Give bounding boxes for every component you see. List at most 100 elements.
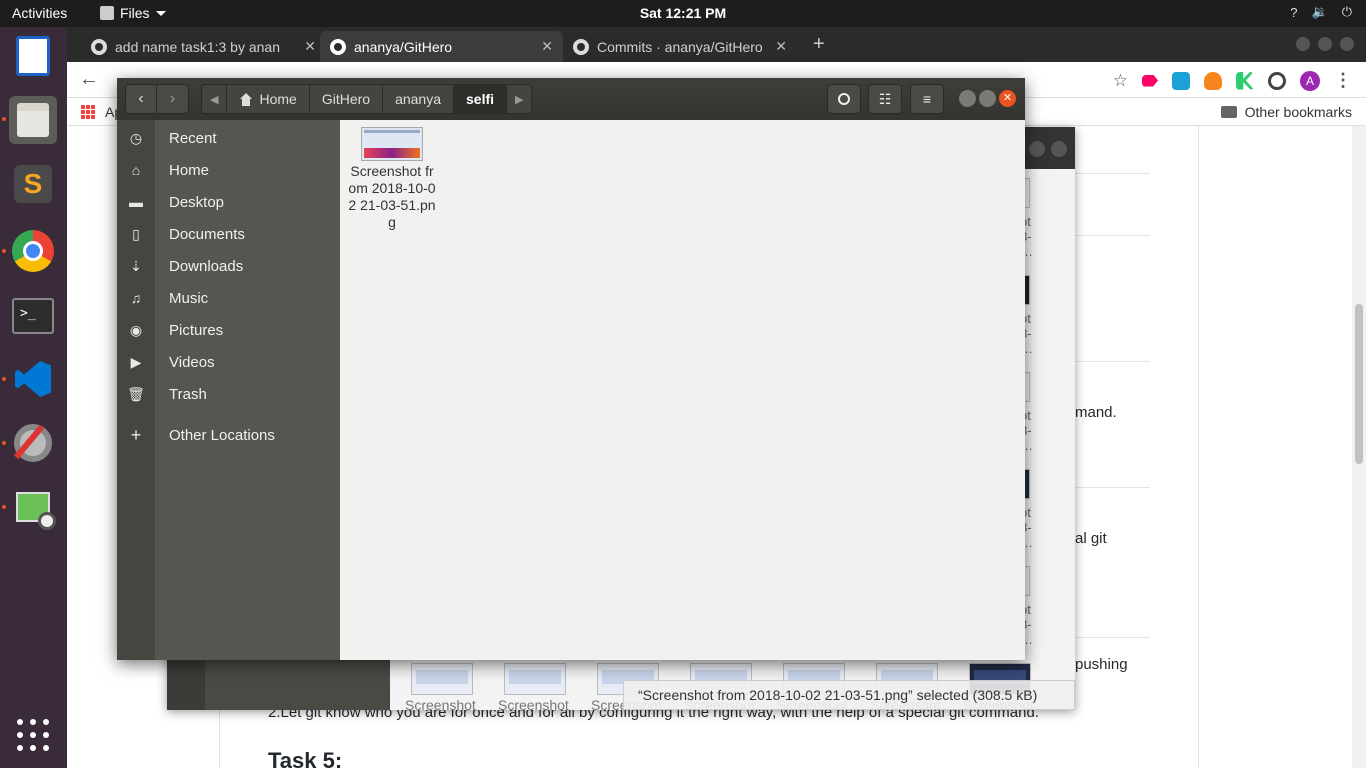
file-view[interactable]: Screenshot from 2018-10-02 21-03-51.png: [340, 120, 1025, 660]
close-icon[interactable]: [1340, 37, 1354, 51]
show-applications-icon[interactable]: [17, 719, 49, 751]
sync-icon[interactable]: [1268, 71, 1286, 90]
selection-status: “Screenshot from 2018-10-02 21-03-51.png…: [623, 680, 1075, 710]
extension-icon[interactable]: [1236, 71, 1254, 90]
sidebar-item-pictures[interactable]: ◉ Pictures: [117, 314, 340, 346]
image-viewer-icon[interactable]: [9, 483, 57, 531]
sidebar-item-desktop[interactable]: ▬ Desktop: [117, 186, 340, 218]
sidebar-item-downloads[interactable]: ⇣ Downloads: [117, 250, 340, 282]
divider: [1075, 173, 1150, 174]
files-icon[interactable]: [9, 96, 57, 144]
chrome-icon[interactable]: [9, 227, 57, 275]
settings-icon-shape: [13, 424, 52, 462]
help-icon[interactable]: ?: [1290, 5, 1297, 20]
sidebar-item-recent[interactable]: ◷ Recent: [117, 122, 340, 154]
back-button[interactable]: ‹: [125, 84, 157, 114]
maximize-icon[interactable]: [979, 90, 996, 107]
breadcrumb-ananya[interactable]: ananya: [383, 85, 454, 113]
vscode-icon[interactable]: [9, 355, 57, 403]
power-icon[interactable]: ⏻: [1342, 4, 1352, 20]
close-icon[interactable]: ✕: [775, 38, 787, 55]
extension-icon[interactable]: [1142, 74, 1158, 87]
page-scrollbar[interactable]: [1352, 126, 1366, 768]
grid-dot: [86, 105, 90, 109]
hamburger-icon: ≡: [922, 91, 932, 107]
file-thumbnail[interactable]: [504, 663, 566, 695]
maximize-icon[interactable]: [1029, 141, 1045, 157]
close-icon[interactable]: ✕: [999, 90, 1016, 107]
sidebar-item-label: Music: [169, 289, 209, 307]
volume-icon[interactable]: 🔉: [1312, 4, 1328, 20]
sidebar-item-label: Recent: [169, 129, 217, 147]
more-icon[interactable]: ⋮: [1334, 70, 1352, 91]
breadcrumb-githero[interactable]: GitHero: [309, 85, 384, 113]
minimize-icon[interactable]: [1296, 37, 1310, 51]
file-label[interactable]: Screenshot: [498, 697, 569, 713]
task-heading: Task 5:: [268, 748, 343, 768]
close-icon[interactable]: ✕: [304, 38, 316, 55]
metamask-icon[interactable]: [1204, 71, 1222, 90]
sidebar-item-videos[interactable]: ▶ Videos: [117, 346, 340, 378]
breadcrumb-label: selfi: [466, 91, 495, 107]
breadcrumb-label: GitHero: [321, 91, 371, 107]
sidebar-item-other-locations[interactable]: + Other Locations: [117, 419, 340, 451]
tab-commits[interactable]: Commits · ananya/GitHero ✕: [563, 31, 797, 62]
other-bookmarks[interactable]: Other bookmarks: [1220, 104, 1352, 120]
writer-icon[interactable]: [9, 32, 57, 80]
chevron-left-icon: ‹: [138, 90, 144, 107]
file-label[interactable]: Screenshot: [405, 697, 476, 713]
maximize-icon[interactable]: [1318, 37, 1332, 51]
breadcrumb-scroll-right[interactable]: ▶: [507, 85, 532, 113]
close-icon[interactable]: [1051, 141, 1067, 157]
grid-dot: [86, 115, 90, 119]
running-indicator: [2, 505, 6, 509]
grid-dot: [86, 110, 90, 114]
sublime-icon[interactable]: S: [9, 160, 57, 208]
sidebar-item-home[interactable]: ⌂ Home: [117, 154, 340, 186]
extension-icon[interactable]: [1172, 71, 1190, 90]
search-button[interactable]: [827, 84, 861, 114]
breadcrumb: ◀ Home GitHero ananya selfi ▶: [201, 84, 533, 114]
music-icon: ♫: [130, 290, 142, 306]
tab-githero[interactable]: ananya/GitHero ✕: [320, 31, 563, 62]
terminal-icon[interactable]: >_: [9, 292, 57, 340]
scrollbar-thumb[interactable]: [1355, 304, 1363, 464]
file-thumbnail[interactable]: [411, 663, 473, 695]
apps-grid-icon[interactable]: [81, 105, 95, 119]
sidebar-item-music[interactable]: ♫ Music: [117, 282, 340, 314]
sidebar-item-trash[interactable]: 🗑 Trash: [117, 378, 340, 410]
image-thumbnail: [361, 127, 423, 161]
breadcrumb-scroll-left[interactable]: ◀: [202, 85, 228, 113]
grid-dot: [17, 719, 23, 725]
breadcrumb-home[interactable]: Home: [227, 85, 310, 113]
view-toggle-button[interactable]: ☷: [868, 84, 902, 114]
chrome-icon-center: [23, 241, 43, 261]
close-icon[interactable]: ✕: [541, 38, 553, 55]
grid-dot: [81, 115, 85, 119]
forward-button[interactable]: ›: [157, 84, 189, 114]
back-arrow-icon[interactable]: ←: [79, 68, 99, 91]
sidebar-item-label: Home: [169, 161, 210, 179]
grid-dot: [17, 745, 23, 751]
grid-dot: [43, 732, 49, 738]
running-indicator: [2, 377, 6, 381]
clock[interactable]: Sat 12:21 PM: [640, 5, 726, 21]
plus-icon: +: [130, 424, 142, 445]
running-indicator: [2, 441, 6, 445]
home-icon: [239, 92, 253, 106]
tab-add-name[interactable]: add name task1:3 by anan ✕: [81, 31, 326, 62]
avatar[interactable]: A: [1300, 70, 1320, 91]
new-tab-button[interactable]: +: [813, 33, 825, 56]
sidebar-item-label: Downloads: [169, 257, 244, 275]
sidebar-item-documents[interactable]: ▯ Documents: [117, 218, 340, 250]
system-tray[interactable]: ? 🔉 ⏻: [1290, 4, 1352, 20]
star-icon[interactable]: ☆: [1113, 71, 1128, 91]
settings-icon[interactable]: [9, 419, 57, 467]
breadcrumb-selfi[interactable]: selfi: [454, 85, 508, 113]
browser-window-controls: [1296, 37, 1354, 51]
minimize-icon[interactable]: [959, 90, 976, 107]
settings-icon-wrench: [13, 424, 45, 460]
sidebar-item-label: Pictures: [169, 321, 224, 339]
sidebar-item-label: Trash: [169, 385, 207, 403]
menu-button[interactable]: ≡: [910, 84, 944, 114]
